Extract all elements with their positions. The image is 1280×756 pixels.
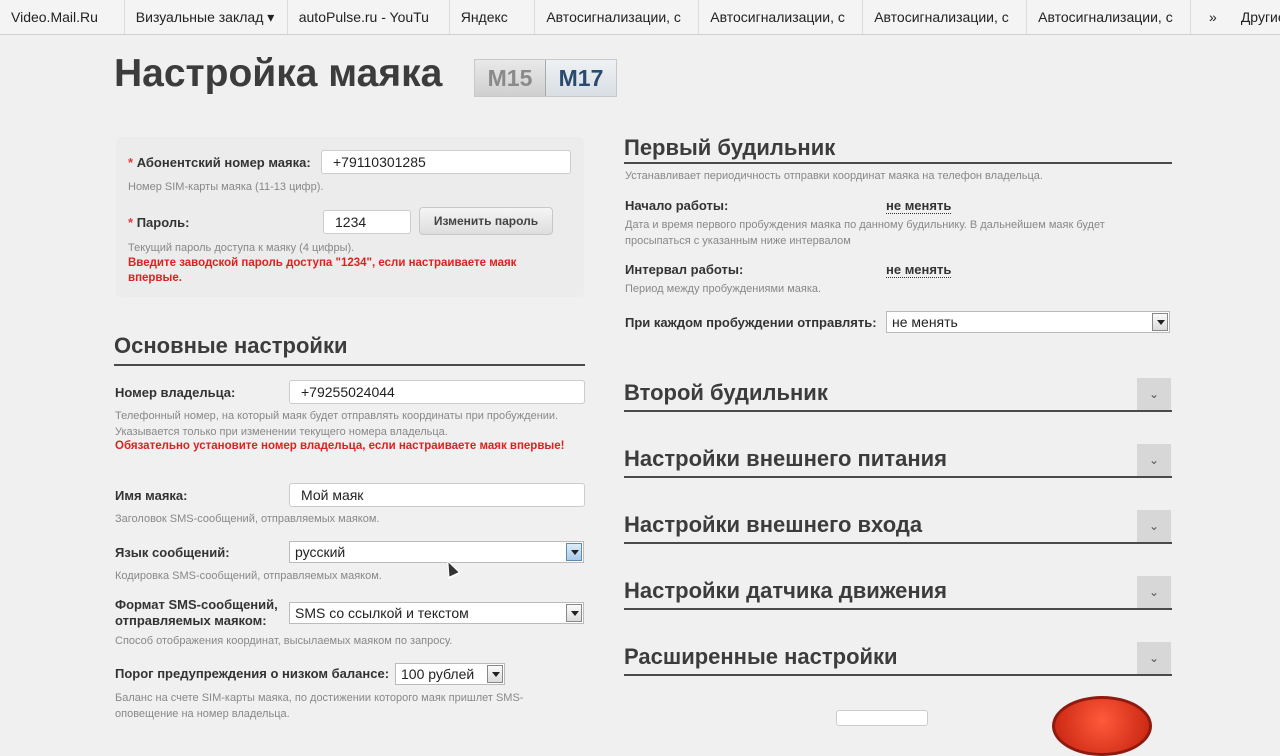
- bookmark-item[interactable]: Автосигнализации, с: [863, 0, 1028, 34]
- start-time-link[interactable]: не менять: [886, 198, 952, 214]
- divider: [624, 674, 1172, 676]
- balance-label: Порог предупреждения о низком балансе:: [115, 666, 390, 681]
- dropdown-arrow-icon[interactable]: [1152, 313, 1168, 331]
- alarm1-title: Первый будильник: [624, 135, 836, 160]
- interval-link[interactable]: не менять: [886, 262, 952, 278]
- chevron-down-icon[interactable]: ⌄: [1137, 444, 1171, 478]
- model-tab-m17[interactable]: M17: [545, 60, 616, 96]
- owner-phone-input[interactable]: +79255024044: [289, 380, 585, 404]
- bookmark-item[interactable]: Автосигнализации, с: [699, 0, 864, 34]
- phone-label-text: Абонентский номер маяка:: [136, 155, 311, 170]
- chevron-down-icon[interactable]: ⌄: [1137, 576, 1171, 610]
- bookmark-item[interactable]: autoPulse.ru - YouTu: [288, 0, 450, 34]
- language-select[interactable]: русский: [289, 541, 584, 563]
- divider: [624, 608, 1172, 610]
- divider: [624, 542, 1172, 544]
- section-external-input-title[interactable]: Настройки внешнего входа: [624, 512, 922, 538]
- send-select-value: не менять: [892, 314, 958, 330]
- owner-hint: Телефонный номер, на который маяк будет …: [115, 410, 559, 438]
- start-hint: Дата и время первого пробуждения маяка п…: [625, 219, 1105, 247]
- alarm1-subtitle: Устанавливает периодичность отправки коо…: [625, 170, 1043, 182]
- basic-settings-title: Основные настройки: [114, 333, 348, 358]
- balance-hint: Баланс на счете SIM-карты маяка, по дост…: [115, 692, 524, 720]
- send-on-wake-select[interactable]: не менять: [886, 311, 1170, 333]
- divider: [624, 476, 1172, 478]
- section-second-alarm-title[interactable]: Второй будильник: [624, 380, 828, 406]
- bookmark-item[interactable]: Яндекс: [450, 0, 536, 34]
- owner-warning: Обязательно установите номер владельца, …: [115, 440, 565, 452]
- save-round-button[interactable]: [1052, 696, 1152, 756]
- dropdown-arrow-icon[interactable]: [566, 543, 582, 561]
- sms-format-select[interactable]: SMS со ссылкой и текстом: [289, 602, 584, 624]
- password-hint: Текущий пароль доступа к маяку (4 цифры)…: [128, 242, 355, 254]
- model-tab-m15[interactable]: M15: [475, 60, 545, 96]
- dropdown-arrow-icon[interactable]: [566, 604, 582, 622]
- language-hint: Кодировка SMS-сообщений, отправляемых ма…: [115, 570, 382, 582]
- interval-label: Интервал работы:: [625, 262, 744, 277]
- bookmark-item[interactable]: Визуальные заклад ▾: [125, 0, 288, 34]
- bookmark-item[interactable]: Автосигнализации, с: [1027, 0, 1192, 34]
- change-password-button[interactable]: Изменить пароль: [419, 207, 553, 235]
- section-external-power-title[interactable]: Настройки внешнего питания: [624, 446, 947, 472]
- start-label: Начало работы:: [625, 198, 729, 213]
- format-hint: Способ отображения координат, высылаемых…: [115, 635, 453, 647]
- language-label: Язык сообщений:: [115, 545, 230, 560]
- password-warning: Введите заводской пароль доступа "1234",…: [128, 257, 517, 284]
- dropdown-arrow-icon[interactable]: [487, 665, 503, 683]
- other-bookmarks-button[interactable]: Другие закладки: [1241, 9, 1280, 25]
- bookmark-item[interactable]: Video.Mail.Ru: [0, 0, 125, 34]
- beacon-phone-input[interactable]: +79110301285: [321, 150, 571, 174]
- interval-hint: Период между пробуждениями маяка.: [625, 283, 822, 295]
- required-mark: *: [128, 215, 134, 230]
- page-title: Настройка маяка: [114, 52, 443, 95]
- phone-hint: Номер SIM-карты маяка (11-13 цифр).: [128, 181, 324, 193]
- balance-threshold-select[interactable]: 100 рублей: [395, 663, 505, 685]
- bookmarks-overflow-button[interactable]: »: [1209, 9, 1217, 25]
- password-label: * Пароль:: [128, 215, 189, 230]
- phone-label: * Абонентский номер маяка:: [128, 155, 311, 170]
- bottom-button[interactable]: [836, 710, 928, 726]
- chevron-down-icon[interactable]: ⌄: [1137, 378, 1171, 412]
- bookmarks-bar: Video.Mail.Ru Визуальные заклад ▾ autoPu…: [0, 0, 1280, 35]
- language-select-value: русский: [295, 544, 346, 560]
- send-label: При каждом пробуждении отправлять:: [625, 315, 877, 330]
- section-motion-sensor-title[interactable]: Настройки датчика движения: [624, 578, 947, 604]
- required-mark: *: [128, 155, 134, 170]
- chevron-down-icon[interactable]: ⌄: [1137, 642, 1171, 676]
- password-input[interactable]: 1234: [323, 210, 411, 234]
- password-label-text: Пароль:: [136, 215, 190, 230]
- beacon-name-hint: Заголовок SMS-сообщений, отправляемых ма…: [115, 513, 380, 525]
- section-advanced-title[interactable]: Расширенные настройки: [624, 644, 898, 670]
- balance-select-value: 100 рублей: [401, 666, 475, 682]
- model-switcher: M15 M17: [474, 59, 617, 97]
- bookmark-item[interactable]: Автосигнализации, с: [535, 0, 700, 34]
- divider: [624, 410, 1172, 412]
- divider: [624, 162, 1172, 164]
- owner-label: Номер владельца:: [115, 385, 236, 400]
- divider: [114, 364, 585, 366]
- format-label: Формат SMS-сообщений, отправляемых маяко…: [115, 597, 278, 628]
- chevron-down-icon[interactable]: ⌄: [1137, 510, 1171, 544]
- sms-format-select-value: SMS со ссылкой и текстом: [295, 605, 469, 621]
- beacon-name-input[interactable]: Мой маяк: [289, 483, 585, 507]
- beacon-name-label: Имя маяка:: [115, 488, 188, 503]
